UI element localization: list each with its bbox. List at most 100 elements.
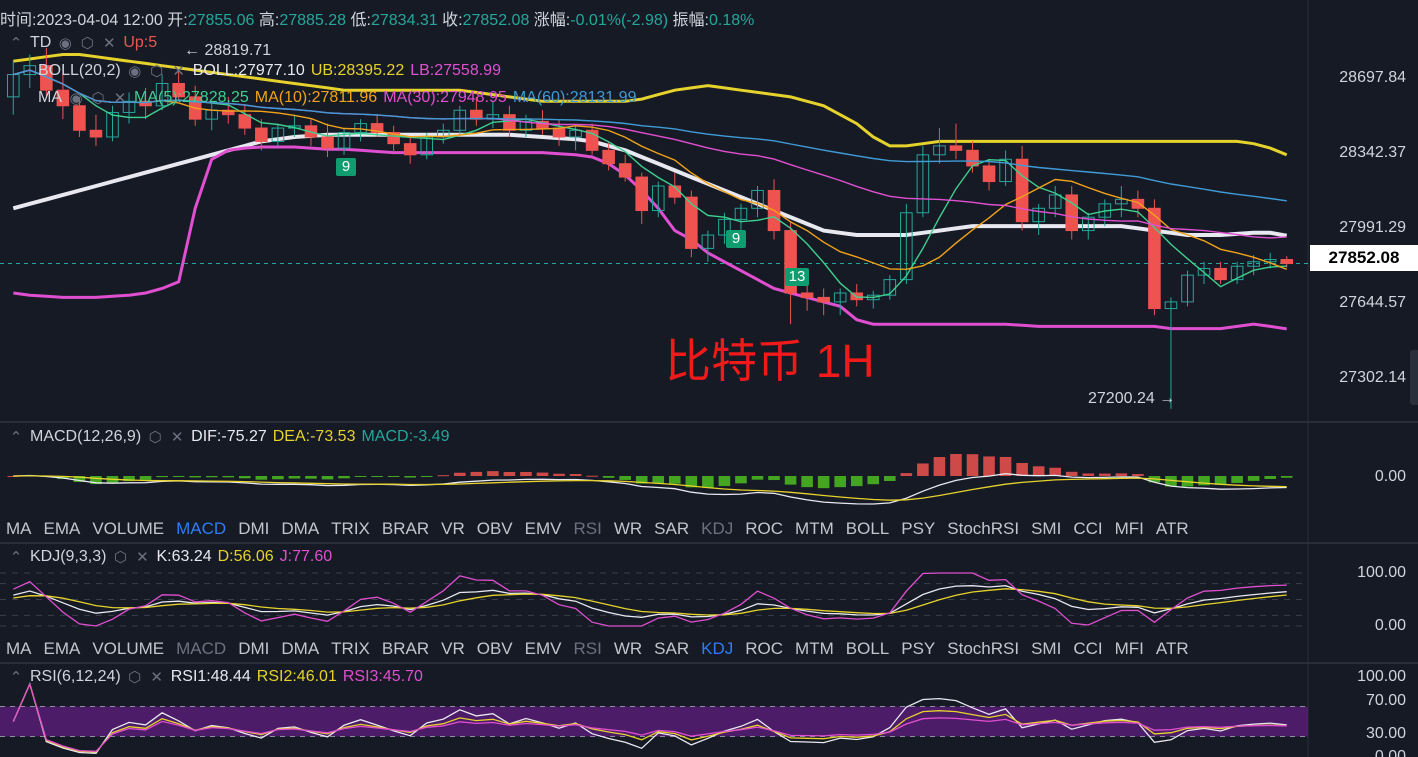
amp-label: 振幅: xyxy=(672,12,709,29)
settings-icon[interactable]: ⬡ xyxy=(127,668,143,686)
close-icon[interactable]: ✕ xyxy=(171,62,187,80)
tab-rsi[interactable]: RSI xyxy=(568,639,608,659)
tab-dmi[interactable]: DMI xyxy=(232,639,275,659)
tab-vr[interactable]: VR xyxy=(435,519,471,539)
low-value: 27834.31 xyxy=(370,12,438,29)
macd-bar xyxy=(288,476,301,479)
tab-boll[interactable]: BOLL xyxy=(840,519,895,539)
tab-stochrsi[interactable]: StochRSI xyxy=(941,639,1025,659)
rsi-axis-label: 70.00 xyxy=(1365,692,1406,709)
candle-body xyxy=(949,145,963,151)
tab-volume[interactable]: VOLUME xyxy=(86,639,170,659)
tab-dma[interactable]: DMA xyxy=(275,639,325,659)
tab-mfi[interactable]: MFI xyxy=(1109,639,1150,659)
tab-atr[interactable]: ATR xyxy=(1150,639,1195,659)
tab-dma[interactable]: DMA xyxy=(275,519,325,539)
tab-stochrsi[interactable]: StochRSI xyxy=(941,519,1025,539)
tab-trix[interactable]: TRIX xyxy=(325,519,376,539)
rsi-name: RSI(6,12,24) xyxy=(30,668,121,685)
candle-body xyxy=(470,109,483,120)
tab-mfi[interactable]: MFI xyxy=(1109,519,1150,539)
chevron-up-icon[interactable]: ⌃ xyxy=(8,668,24,686)
close-icon[interactable]: ✕ xyxy=(112,89,128,107)
tab-vr[interactable]: VR xyxy=(435,639,471,659)
settings-icon[interactable]: ⬡ xyxy=(112,548,128,566)
chevron-up-icon[interactable]: ⌃ xyxy=(8,428,24,446)
tab-brar[interactable]: BRAR xyxy=(376,519,435,539)
settings-icon[interactable]: ⬡ xyxy=(149,62,165,80)
close-icon[interactable]: ✕ xyxy=(101,34,117,52)
rsi-axis-label: 0.00 xyxy=(1374,748,1406,757)
scroll-handle[interactable] xyxy=(1410,350,1418,405)
eye-icon[interactable]: ◉ xyxy=(57,34,73,52)
candle-body xyxy=(89,129,103,138)
price-axis-label: 27991.29 xyxy=(1339,219,1406,236)
settings-icon[interactable]: ⬡ xyxy=(147,428,163,446)
settings-icon[interactable]: ⬡ xyxy=(79,34,95,52)
macd-bar xyxy=(420,476,433,477)
close-icon[interactable]: ✕ xyxy=(169,428,185,446)
close-icon[interactable]: ✕ xyxy=(134,548,150,566)
macd-bar xyxy=(470,471,483,476)
close-icon[interactable]: ✕ xyxy=(149,668,165,686)
tab-cci[interactable]: CCI xyxy=(1067,519,1108,539)
candle-body xyxy=(1280,259,1294,265)
tab-kdj[interactable]: KDJ xyxy=(695,639,739,659)
tab-roc[interactable]: ROC xyxy=(739,519,789,539)
kdj-d-line xyxy=(13,588,1287,616)
tab-kdj[interactable]: KDJ xyxy=(695,519,739,539)
macd-bar xyxy=(1065,471,1078,476)
tab-wr[interactable]: WR xyxy=(608,519,648,539)
tab-sar[interactable]: SAR xyxy=(648,519,695,539)
macd-bar xyxy=(702,476,714,488)
macd-dea-value: DEA:-73.53 xyxy=(272,428,356,445)
candle-body xyxy=(321,136,334,149)
tab-macd[interactable]: MACD xyxy=(170,639,232,659)
tab-ma[interactable]: MA xyxy=(0,519,38,539)
boll-lb-value: LB:27558.99 xyxy=(410,62,501,79)
tab-emv[interactable]: EMV xyxy=(519,519,568,539)
eye-icon[interactable]: ◉ xyxy=(68,89,84,107)
tab-ma[interactable]: MA xyxy=(0,639,38,659)
tab-atr[interactable]: ATR xyxy=(1150,519,1195,539)
ma10-value: MA(10):27811.96 xyxy=(254,89,378,106)
kdj-name: KDJ(9,3,3) xyxy=(30,548,107,565)
time-label: 时间: xyxy=(0,12,37,29)
macd-bar xyxy=(735,476,747,484)
tab-obv[interactable]: OBV xyxy=(471,519,519,539)
tab-brar[interactable]: BRAR xyxy=(376,639,435,659)
tab-dmi[interactable]: DMI xyxy=(232,519,275,539)
tab-wr[interactable]: WR xyxy=(608,639,648,659)
eye-icon[interactable]: ◉ xyxy=(127,62,143,80)
macd-bar xyxy=(239,476,251,479)
tab-rsi[interactable]: RSI xyxy=(568,519,608,539)
tab-ema[interactable]: EMA xyxy=(38,519,87,539)
tab-boll[interactable]: BOLL xyxy=(840,639,895,659)
tab-obv[interactable]: OBV xyxy=(471,639,519,659)
settings-icon[interactable]: ⬡ xyxy=(90,89,106,107)
tab-ema[interactable]: EMA xyxy=(38,639,87,659)
macd-bar xyxy=(338,476,350,479)
tab-macd[interactable]: MACD xyxy=(170,519,232,539)
tab-cci[interactable]: CCI xyxy=(1067,639,1108,659)
price-axis-label: 27644.57 xyxy=(1339,294,1406,311)
chevron-up-icon[interactable]: ⌃ xyxy=(8,548,24,566)
tab-psy[interactable]: PSY xyxy=(895,519,941,539)
kdj-indicator-row: ⌃ KDJ(9,3,3) ⬡ ✕ K:63.24 D:56.06 J:77.60 xyxy=(8,548,332,566)
tab-sar[interactable]: SAR xyxy=(648,639,695,659)
candle-body xyxy=(1214,267,1227,281)
tab-smi[interactable]: SMI xyxy=(1025,639,1067,659)
macd-bar xyxy=(1032,466,1045,476)
tab-emv[interactable]: EMV xyxy=(519,639,568,659)
chart-app: 时间:2023-04-04 12:00 开:27855.06 高:27885.2… xyxy=(0,0,1418,757)
tab-mtm[interactable]: MTM xyxy=(789,519,840,539)
tab-smi[interactable]: SMI xyxy=(1025,519,1067,539)
tab-psy[interactable]: PSY xyxy=(895,639,941,659)
tab-volume[interactable]: VOLUME xyxy=(86,519,170,539)
tab-roc[interactable]: ROC xyxy=(739,639,789,659)
chevron-up-icon[interactable]: ⌃ xyxy=(8,34,24,52)
boll-name: BOLL(20,2) xyxy=(38,62,121,79)
td-count-badge: 13 xyxy=(785,268,809,286)
tab-mtm[interactable]: MTM xyxy=(789,639,840,659)
tab-trix[interactable]: TRIX xyxy=(325,639,376,659)
